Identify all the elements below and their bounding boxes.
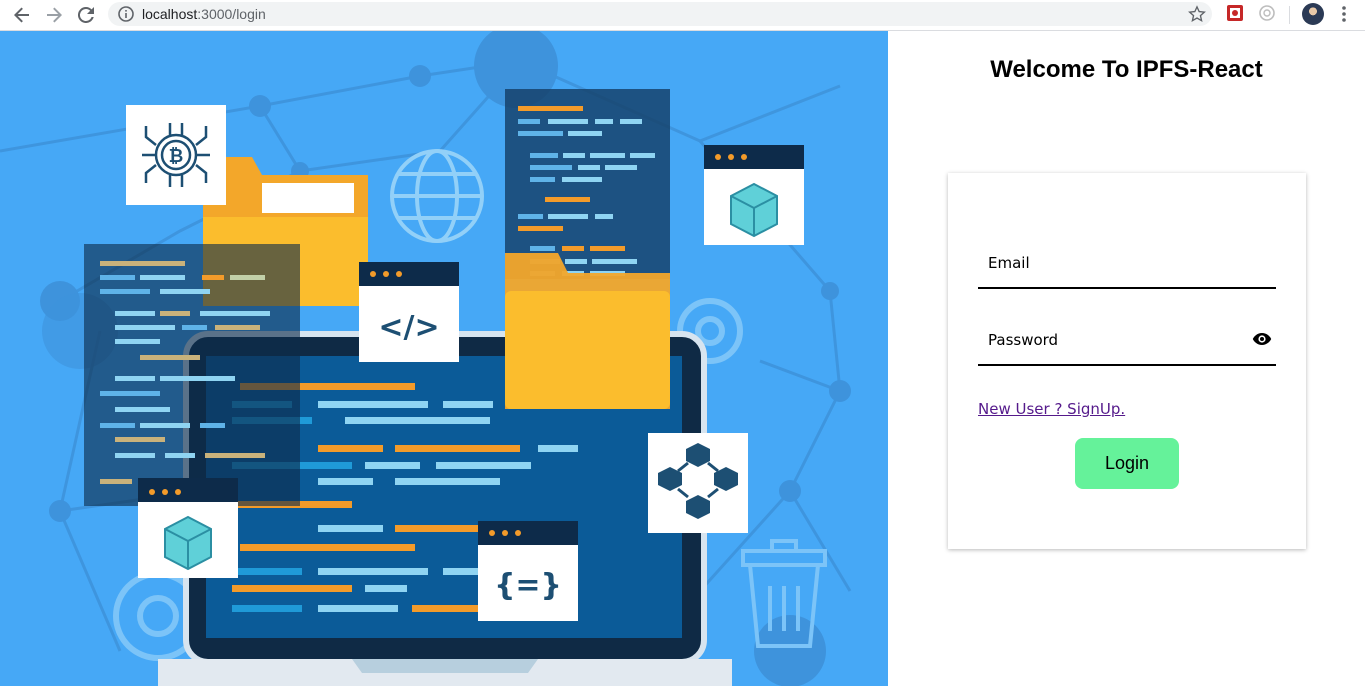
star-icon[interactable]: [1188, 5, 1206, 23]
reload-icon[interactable]: [72, 2, 100, 28]
url-path: :3000/login: [197, 6, 266, 22]
extension-icon[interactable]: [1226, 4, 1244, 22]
url-text: localhost:3000/login: [142, 6, 266, 22]
address-bar[interactable]: localhost:3000/login: [108, 2, 1212, 26]
hero-illustration: ₿ </> {=}: [0, 31, 888, 686]
avatar[interactable]: [1302, 3, 1324, 25]
email-field[interactable]: [978, 241, 1276, 285]
code-tag: </>: [378, 310, 439, 345]
login-button[interactable]: Login: [1075, 438, 1179, 489]
login-card: New User ? SignUp. Login: [948, 173, 1306, 549]
extension-icon[interactable]: [1258, 4, 1276, 22]
login-panel: Welcome To IPFS-React New User ? SignUp.…: [888, 31, 1365, 686]
tech-illustration: ₿ </> {=}: [0, 31, 852, 686]
more-vert-icon[interactable]: [1336, 4, 1352, 24]
browser-toolbar: localhost:3000/login: [0, 0, 1365, 31]
forward-arrow-icon[interactable]: [40, 2, 68, 28]
braces-tag: {=}: [494, 568, 562, 603]
password-field[interactable]: [978, 318, 1276, 362]
svg-text:₿: ₿: [169, 146, 184, 167]
info-icon[interactable]: [118, 6, 134, 22]
password-field-wrapper: [978, 318, 1276, 366]
signup-link[interactable]: New User ? SignUp.: [978, 400, 1125, 418]
url-host: localhost: [142, 6, 198, 22]
toolbar-divider: [1289, 6, 1290, 24]
eye-icon[interactable]: [1252, 332, 1272, 346]
page-title: Welcome To IPFS-React: [990, 56, 1263, 83]
email-field-wrapper: [978, 241, 1276, 289]
back-arrow-icon[interactable]: [8, 2, 36, 28]
